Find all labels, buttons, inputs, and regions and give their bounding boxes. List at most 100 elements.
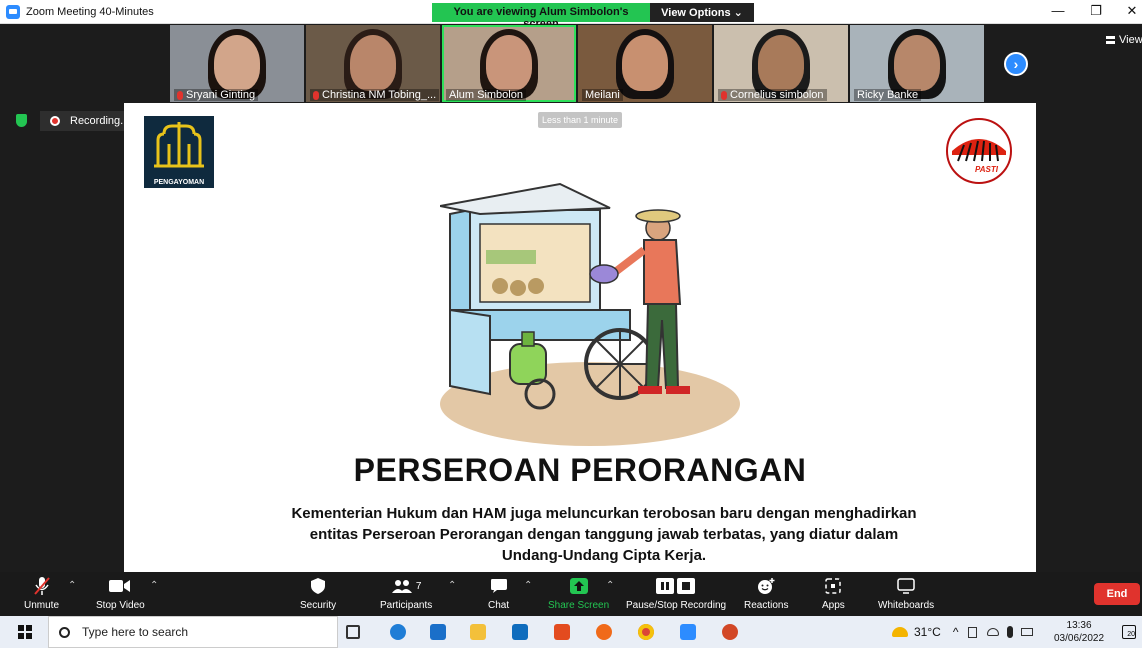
slide-body: Kementerian Hukum dan HAM juga meluncurk… <box>254 503 954 566</box>
view-label: View <box>1119 34 1142 46</box>
stop-video-button[interactable]: Stop Video <box>96 576 145 611</box>
taskbar-search-input[interactable]: Type here to search <box>48 616 338 648</box>
reactions-button[interactable]: Reactions <box>744 576 788 611</box>
system-tray: 31°C ^ <box>892 616 1034 648</box>
next-page-button[interactable]: › <box>1004 52 1028 76</box>
slide-body-line-2: entitas Perseroan Perorangan dengan tang… <box>254 524 954 545</box>
participant-tile[interactable]: Christina NM Tobing_... <box>306 25 440 102</box>
whiteboard-icon <box>897 576 915 596</box>
pasti-logo: PASTI <box>944 117 1014 185</box>
microphone-tray-icon[interactable] <box>1007 626 1014 638</box>
participant-tile[interactable]: Alum Simbolon <box>442 25 576 102</box>
pengayoman-logo: PENGAYOMAN <box>144 116 214 188</box>
temperature: 31°C <box>914 625 941 639</box>
file-explorer-icon[interactable] <box>470 624 486 640</box>
share-screen-button[interactable]: Share Screen <box>548 576 609 611</box>
screen-share-banner: You are viewing Alum Simbolon's screen V… <box>432 3 754 30</box>
meeting-toolbar: Unmute ⌃ Stop Video ⌃ Security 7 Partici… <box>0 572 1142 616</box>
participant-tile[interactable]: Ricky Banke <box>850 25 984 102</box>
unmute-button[interactable]: Unmute <box>24 576 59 611</box>
security-shield-icon <box>16 114 27 127</box>
security-button[interactable]: Security <box>300 576 336 611</box>
search-placeholder: Type here to search <box>82 625 189 639</box>
mail-icon[interactable] <box>512 624 528 640</box>
task-view-icon[interactable] <box>346 625 360 639</box>
windows-start-icon[interactable] <box>18 625 32 639</box>
whiteboards-button[interactable]: Whiteboards <box>878 576 934 611</box>
viewing-screen-text: You are viewing Alum Simbolon's screen <box>432 3 650 30</box>
muted-mic-icon <box>721 90 727 100</box>
participant-tile[interactable]: Cornelius simbolon <box>714 25 848 102</box>
slide-body-highlight: Perseroan Perorangan <box>362 526 524 543</box>
office-icon[interactable] <box>554 624 570 640</box>
participant-name-text: Christina NM Tobing_... <box>322 89 437 101</box>
onedrive-icon[interactable] <box>987 628 1000 636</box>
powerpoint-icon[interactable] <box>722 624 738 640</box>
grid-icon <box>1106 36 1115 44</box>
participant-strip: Sryani Ginting Christina NM Tobing_... Alu… <box>170 25 986 102</box>
view-layout-button[interactable]: View <box>1106 34 1142 46</box>
participants-button[interactable]: 7 Participants <box>380 576 432 611</box>
pause-stop-recording-button[interactable]: Pause/Stop Recording <box>626 576 726 611</box>
search-icon <box>59 626 70 638</box>
tray-app-icon[interactable] <box>968 626 978 638</box>
windows-taskbar: Type here to search 31°C ^ 13:36 03/06/2… <box>0 616 1142 648</box>
meeting-time-badge: Less than 1 minute <box>538 112 623 128</box>
chat-label: Chat <box>488 600 510 611</box>
zoom-app-icon <box>6 4 20 19</box>
slide-title: PERSEROAN PERORANGAN <box>353 452 807 488</box>
tray-overflow-icon[interactable]: ^ <box>953 625 959 639</box>
audio-options-caret[interactable]: ⌃ <box>68 580 76 591</box>
muted-mic-icon <box>313 90 319 100</box>
participants-count: 7 <box>415 580 422 592</box>
participants-label: Participants <box>380 600 433 611</box>
view-options-button[interactable]: View Options ⌄ <box>650 3 754 22</box>
video-options-caret[interactable]: ⌃ <box>150 580 158 591</box>
participant-face <box>894 35 940 91</box>
chat-options-caret[interactable]: ⌃ <box>524 580 532 591</box>
weather-icon <box>892 627 908 637</box>
clock-date: 03/06/2022 <box>1054 633 1105 644</box>
zoom-taskbar-icon[interactable] <box>680 624 696 640</box>
slide-body-line-3: Undang-Undang Cipta Kerja. <box>501 547 707 564</box>
record-dot-icon <box>50 116 60 126</box>
share-options-caret[interactable]: ⌃ <box>606 580 614 591</box>
shield-icon <box>311 576 326 596</box>
participant-tile[interactable]: Sryani Ginting <box>170 25 304 102</box>
window-title: Zoom Meeting 40-Minutes <box>26 5 154 18</box>
taskbar-clock[interactable]: 13:36 03/06/2022 <box>1054 619 1104 645</box>
notification-center-icon[interactable]: 20 <box>1122 625 1136 639</box>
apps-button[interactable]: Apps <box>822 576 845 611</box>
chat-button[interactable]: Chat <box>488 576 509 611</box>
participant-face <box>622 35 668 91</box>
logo-left-text: PENGAYOMAN <box>153 179 205 186</box>
participant-name-text: Cornelius simbolon <box>730 89 824 101</box>
participant-name: Christina NM Tobing_... <box>310 89 440 101</box>
firefox-icon[interactable] <box>596 624 612 640</box>
video-camera-icon <box>109 576 131 596</box>
close-button[interactable]: ✕ <box>1122 3 1142 19</box>
apps-icon <box>825 576 842 596</box>
minimize-button[interactable]: — <box>1048 3 1068 18</box>
battery-icon[interactable] <box>1021 628 1034 636</box>
slide-body-line-2-post: dengan tanggung jawab terbatas, yang dia… <box>523 526 899 543</box>
zoom-window: Zoom Meeting 40-Minutes You are viewing … <box>0 0 1142 648</box>
participant-name: Ricky Banke <box>854 89 922 101</box>
lync-app-icon[interactable] <box>430 624 446 640</box>
apps-label: Apps <box>822 600 845 611</box>
muted-mic-icon <box>33 576 50 596</box>
participant-name-text: Sryani Ginting <box>186 89 256 101</box>
participant-name: Alum Simbolon <box>446 89 526 101</box>
slide-body-line-1: Kementerian Hukum dan HAM juga meluncurk… <box>291 505 917 522</box>
restore-button[interactable]: ❐ <box>1086 3 1106 19</box>
end-meeting-button[interactable]: End <box>1094 583 1140 605</box>
participants-options-caret[interactable]: ⌃ <box>448 580 456 591</box>
reactions-label: Reactions <box>744 600 789 611</box>
edge-browser-icon[interactable] <box>390 624 406 640</box>
participant-face <box>486 35 532 91</box>
participant-name: Meilani <box>582 89 623 101</box>
stop-video-label: Stop Video <box>96 600 145 611</box>
participant-tile[interactable]: Meilani <box>578 25 712 102</box>
chrome-icon[interactable] <box>638 624 654 640</box>
participant-face <box>214 35 260 91</box>
